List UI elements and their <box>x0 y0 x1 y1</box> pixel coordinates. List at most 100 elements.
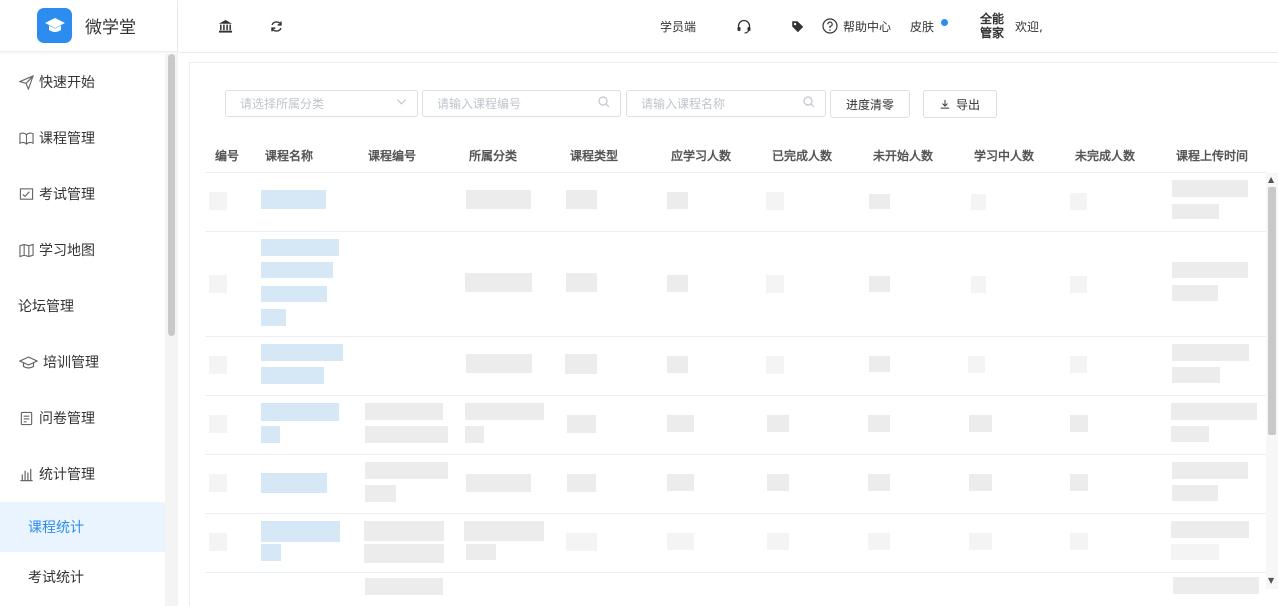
column-header[interactable]: 课程编号 <box>368 147 416 164</box>
reset-progress-button[interactable]: 进度清零 <box>830 90 910 118</box>
sidebar-scroll-thumb[interactable] <box>168 54 175 336</box>
help-icon[interactable] <box>821 16 839 36</box>
redacted-cell <box>868 415 890 432</box>
sidebar-subitem-course-statistics[interactable]: 课程统计 <box>0 502 165 552</box>
sidebar-item-statistics-management[interactable]: 统计管理 <box>0 446 165 502</box>
redacted-cell <box>1172 485 1218 501</box>
redacted-cell <box>465 273 532 292</box>
redacted-cell <box>566 273 597 292</box>
tag-icon[interactable] <box>788 16 806 36</box>
column-header[interactable]: 课程类型 <box>570 147 618 164</box>
top-header: 学员端 帮助中心 皮肤 全能 管家 欢迎, <box>179 0 1278 53</box>
redacted-cell <box>667 415 694 432</box>
redacted-course-name[interactable] <box>261 473 327 493</box>
redacted-course-name[interactable] <box>261 403 339 421</box>
category-select-placeholder: 请选择所属分类 <box>240 97 325 111</box>
brand-label: 全能 管家 <box>978 12 1006 40</box>
redacted-cell <box>971 276 986 293</box>
redacted-cell <box>1172 344 1249 361</box>
redacted-course-name <box>261 426 280 443</box>
table-scroll-thumb[interactable] <box>1268 187 1276 435</box>
redacted-course-name[interactable] <box>261 344 343 361</box>
brand-line-2: 管家 <box>979 26 1004 40</box>
sidebar-item-learning-map[interactable]: 学习地图 <box>0 222 165 278</box>
redacted-course-name[interactable] <box>261 239 339 256</box>
main-content: 请选择所属分类 请输入课程编号 请输入课程名称 进度清零 导出 编号 课程名称 <box>189 62 1278 606</box>
redacted-cell <box>566 533 597 551</box>
redacted-cell <box>209 533 227 551</box>
refresh-icon[interactable] <box>267 16 285 36</box>
sidebar-item-course-management[interactable]: 课程管理 <box>0 110 165 166</box>
redacted-cell <box>1171 403 1257 420</box>
redacted-cell <box>1172 204 1219 219</box>
sidebar-item-quick-start[interactable]: 快速开始 <box>0 54 165 110</box>
help-center-link[interactable]: 帮助中心 <box>843 18 891 35</box>
redacted-cell <box>667 356 688 373</box>
redacted-course-name <box>261 286 327 302</box>
sidebar-subitem-exam-statistics[interactable]: 考试统计 <box>0 552 165 602</box>
student-end-link[interactable]: 学员端 <box>660 18 696 35</box>
table-row[interactable] <box>205 337 1267 396</box>
redacted-cell <box>365 426 448 443</box>
redacted-cell <box>364 521 444 541</box>
sidebar-item-exam-management[interactable]: 考试管理 <box>0 166 165 222</box>
redacted-cell <box>1172 367 1220 383</box>
column-header[interactable]: 已完成人数 <box>772 147 832 164</box>
sidebar-item-forum-management[interactable]: 论坛管理 <box>0 278 165 334</box>
redacted-cell <box>365 403 443 420</box>
redacted-cell <box>766 192 784 210</box>
redacted-cell <box>566 190 597 209</box>
column-header[interactable]: 未开始人数 <box>873 147 933 164</box>
column-header[interactable]: 应学习人数 <box>671 147 731 164</box>
table-scrollbar[interactable]: ▲ ▼ <box>1266 173 1278 589</box>
redacted-cell <box>567 474 596 492</box>
scroll-up-arrow-icon[interactable]: ▲ <box>1268 175 1274 184</box>
bank-icon[interactable] <box>216 16 234 36</box>
redacted-cell <box>1173 577 1259 594</box>
course-name-input[interactable]: 请输入课程名称 <box>626 90 826 117</box>
sidebar-scrollbar[interactable] <box>165 54 178 606</box>
redacted-cell <box>869 276 890 292</box>
app-name: 微学堂 <box>85 18 136 38</box>
redacted-cell <box>667 192 688 209</box>
redacted-cell <box>767 533 789 550</box>
column-header[interactable]: 学习中人数 <box>974 147 1034 164</box>
column-header[interactable]: 编号 <box>215 147 239 164</box>
column-header[interactable]: 所属分类 <box>469 147 517 164</box>
sidebar-item-label: 考试管理 <box>39 187 95 203</box>
column-header[interactable]: 课程名称 <box>265 147 313 164</box>
redacted-cell <box>1171 544 1219 560</box>
table-row[interactable] <box>205 232 1267 337</box>
category-select[interactable]: 请选择所属分类 <box>225 90 418 117</box>
skin-link[interactable]: 皮肤 <box>910 18 934 35</box>
headset-icon[interactable] <box>735 16 753 36</box>
column-header[interactable]: 未完成人数 <box>1075 147 1135 164</box>
redacted-cell <box>767 415 789 432</box>
graduation-cap-icon <box>18 354 38 370</box>
redacted-cell <box>465 426 484 443</box>
table-row[interactable] <box>205 573 1267 606</box>
redacted-course-name[interactable] <box>261 190 326 209</box>
sidebar-item-survey-management[interactable]: 问卷管理 <box>0 390 165 446</box>
search-icon <box>598 96 610 111</box>
redacted-cell <box>667 533 694 550</box>
redacted-cell <box>209 192 227 210</box>
bar-chart-icon <box>18 466 34 482</box>
table-row[interactable] <box>205 396 1267 455</box>
logo[interactable]: 微学堂 <box>0 0 177 52</box>
sidebar-item-training-management[interactable]: 培训管理 <box>0 334 165 390</box>
map-icon <box>18 242 34 258</box>
column-header[interactable]: 课程上传时间 <box>1176 147 1248 164</box>
table-row[interactable] <box>205 173 1267 232</box>
scroll-down-arrow-icon[interactable]: ▼ <box>1268 576 1274 585</box>
course-name-placeholder: 请输入课程名称 <box>641 97 726 111</box>
export-button[interactable]: 导出 <box>923 90 997 118</box>
course-code-input[interactable]: 请输入课程编号 <box>422 90 621 117</box>
table-row[interactable] <box>205 514 1267 573</box>
redacted-cell <box>364 544 444 563</box>
redacted-cell <box>868 533 890 550</box>
redacted-course-name[interactable] <box>261 521 340 542</box>
table-row[interactable] <box>205 455 1267 514</box>
search-icon <box>803 96 815 111</box>
redacted-cell <box>869 194 890 209</box>
